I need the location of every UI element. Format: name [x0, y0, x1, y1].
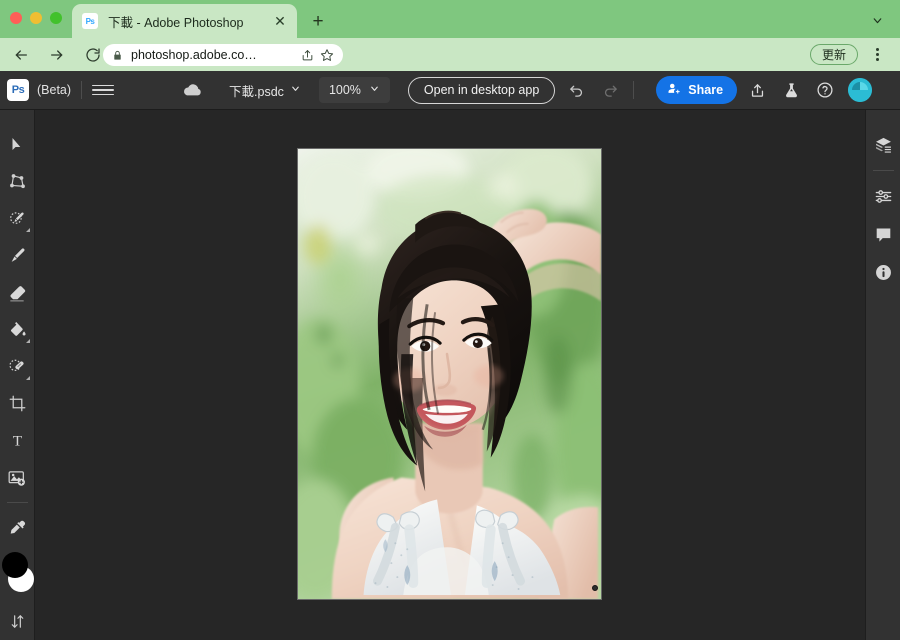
panels-sidebar	[865, 110, 900, 640]
zoom-level-value: 100%	[328, 83, 361, 97]
browser-tab-strip: Ps 下載 - Adobe Photoshop ✕ +	[0, 0, 900, 38]
share-button[interactable]: Share	[656, 76, 738, 104]
tool-flyout-indicator	[26, 228, 30, 232]
svg-text:T: T	[12, 434, 21, 450]
chevron-down-icon	[290, 83, 301, 97]
forward-icon[interactable]	[42, 40, 72, 70]
lock-icon	[112, 50, 123, 61]
type-tool[interactable]: T	[2, 422, 32, 459]
tools-sidebar: T	[0, 110, 35, 640]
browser-toolbar: photoshop.adobe.co… 更新	[0, 38, 900, 71]
comments-panel-button[interactable]	[868, 215, 898, 253]
browser-tab-active[interactable]: Ps 下載 - Adobe Photoshop ✕	[72, 4, 297, 38]
address-bar[interactable]: photoshop.adobe.co…	[103, 44, 343, 66]
crop-tool[interactable]	[2, 385, 32, 422]
star-icon[interactable]	[320, 48, 334, 62]
foreground-color-swatch[interactable]	[2, 552, 28, 578]
layers-panel-button[interactable]	[868, 126, 898, 164]
export-icon[interactable]	[743, 76, 771, 104]
eraser-tool[interactable]	[2, 274, 32, 311]
portrait-photograph	[298, 149, 601, 599]
panel-divider	[872, 170, 894, 171]
user-avatar[interactable]	[848, 78, 873, 102]
browser-window: Ps 下載 - Adobe Photoshop ✕ + photoshop.ad…	[0, 0, 900, 640]
zoom-level-selector[interactable]: 100%	[318, 77, 390, 103]
browser-tab-title: 下載 - Adobe Photoshop	[108, 15, 244, 30]
minimize-window-button[interactable]	[30, 12, 42, 24]
hamburger-menu-icon[interactable]	[92, 79, 115, 101]
photoshop-favicon-icon: Ps	[82, 13, 98, 29]
cloud-saved-icon	[182, 80, 203, 101]
beta-label: (Beta)	[37, 83, 72, 97]
new-tab-button[interactable]: +	[306, 9, 330, 33]
share-icon[interactable]	[301, 49, 314, 62]
tool-divider	[6, 502, 28, 503]
beta-flask-icon[interactable]	[777, 76, 805, 104]
paint-bucket-tool[interactable]	[2, 311, 32, 348]
maximize-window-button[interactable]	[50, 12, 62, 24]
document-name-label: 下載.psdc	[229, 84, 284, 99]
window-traffic-lights	[10, 12, 62, 24]
document-canvas[interactable]	[297, 148, 602, 600]
undo-icon[interactable]	[563, 77, 589, 103]
chevron-down-icon	[369, 83, 380, 97]
divider	[633, 81, 635, 99]
swap-arrows-icon[interactable]	[2, 604, 32, 638]
canvas-area[interactable]	[35, 110, 865, 640]
document-name-menu[interactable]: 下載.psdc	[229, 81, 301, 100]
photoshop-topbar: Ps (Beta) 下載.psdc 100% Open in desktop a…	[0, 71, 900, 110]
info-panel-button[interactable]	[868, 253, 898, 291]
eyedropper-tool[interactable]	[2, 509, 32, 546]
tool-flyout-indicator	[26, 339, 30, 343]
move-tool[interactable]	[2, 126, 32, 163]
update-button[interactable]: 更新	[809, 44, 858, 65]
add-person-icon	[666, 81, 681, 99]
brush-cursor-dot	[592, 585, 598, 591]
redo-icon[interactable]	[597, 77, 623, 103]
generative-fill-tool[interactable]	[2, 459, 32, 496]
back-icon[interactable]	[6, 40, 36, 70]
healing-brush-tool[interactable]	[2, 348, 32, 385]
brush-tool[interactable]	[2, 237, 32, 274]
close-tab-icon[interactable]: ✕	[271, 12, 289, 30]
color-swatches	[1, 552, 34, 598]
adjustments-panel-button[interactable]	[868, 177, 898, 215]
open-in-desktop-app-button[interactable]: Open in desktop app	[407, 76, 556, 104]
kebab-menu-icon[interactable]	[866, 44, 888, 65]
close-window-button[interactable]	[10, 12, 22, 24]
divider	[81, 81, 83, 99]
quick-select-tool[interactable]	[2, 200, 32, 237]
transform-tool[interactable]	[2, 163, 32, 200]
photoshop-logo-icon: Ps	[7, 79, 29, 101]
help-icon[interactable]	[811, 76, 839, 104]
tool-flyout-indicator	[26, 376, 30, 380]
address-bar-url: photoshop.adobe.co…	[131, 48, 257, 62]
chevron-down-icon[interactable]	[866, 10, 888, 30]
share-button-label: Share	[688, 83, 724, 97]
